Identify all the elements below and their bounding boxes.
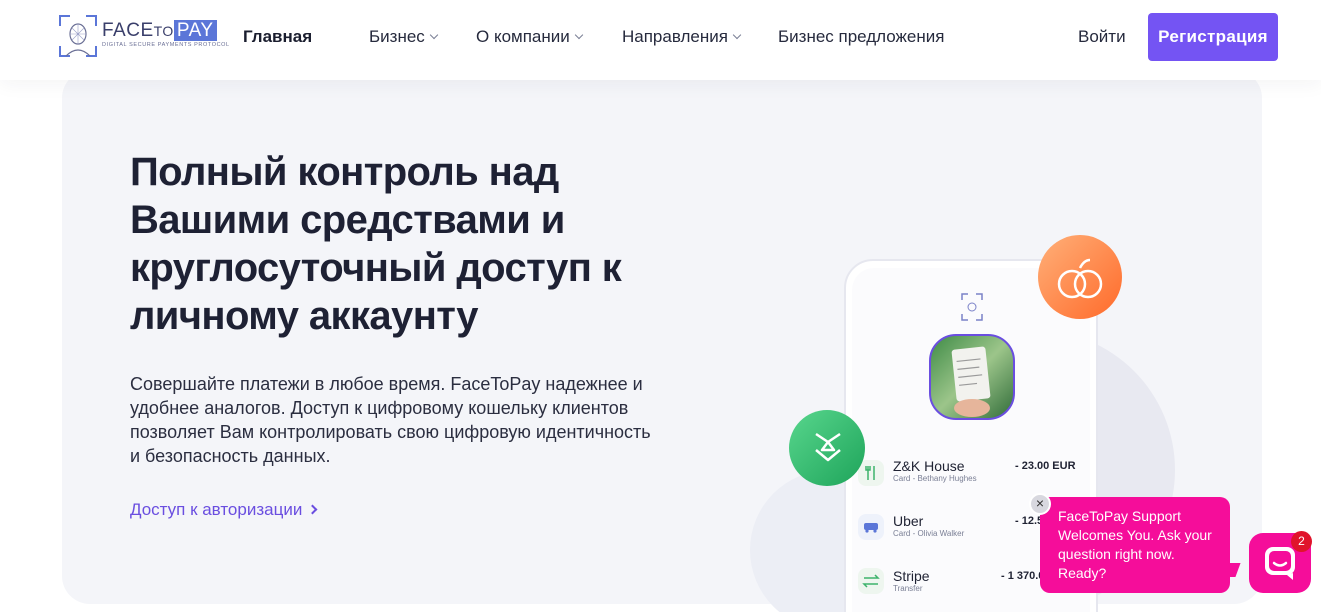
facetopay-logo[interactable]: FACETO PAY DIGITAL SECURE PAYMENTS PROTOC… bbox=[58, 14, 229, 58]
tx-name: Z&K House bbox=[893, 458, 965, 474]
site-header: FACETO PAY DIGITAL SECURE PAYMENTS PROTOC… bbox=[0, 0, 1321, 80]
nav-business-offers[interactable]: Бизнес предложения bbox=[778, 27, 944, 47]
face-scan-icon bbox=[59, 15, 97, 57]
auth-access-link[interactable]: Доступ к авторизации bbox=[130, 500, 318, 520]
nav-business-label: Бизнес bbox=[369, 27, 425, 46]
chat-icon bbox=[1265, 547, 1295, 580]
tx-name: Stripe bbox=[893, 568, 930, 584]
logo-face: FACE bbox=[102, 20, 154, 41]
tx-amount: - 1 370.0 bbox=[1001, 570, 1045, 582]
tx-detail: Transfer bbox=[893, 584, 923, 593]
hero-headline: Полный контроль над Вашими средствами и … bbox=[130, 150, 622, 338]
nav-directions[interactable]: Направления bbox=[622, 27, 742, 47]
chat-greeting-text: FaceToPay Support Welcomes You. Ask your… bbox=[1058, 508, 1212, 581]
transfer-icon bbox=[858, 568, 884, 594]
chevron-down-icon bbox=[574, 30, 584, 40]
nav-directions-label: Направления bbox=[622, 27, 728, 46]
peach-icon bbox=[1038, 235, 1122, 319]
nav-business-offers-label: Бизнес предложения bbox=[778, 27, 945, 46]
nav-about-label: О компании bbox=[476, 27, 570, 46]
nav-home-label: Главная bbox=[243, 27, 313, 46]
hero-paragraph: Совершайте платежи в любое время. FaceTo… bbox=[130, 374, 651, 466]
chat-greeting-bubble[interactable]: FaceToPay Support Welcomes You. Ask your… bbox=[1040, 497, 1230, 593]
tx-amount: - 23.00 EUR bbox=[1015, 460, 1076, 472]
login-link[interactable]: Войти bbox=[1078, 27, 1126, 47]
logo-tagline: DIGITAL SECURE PAYMENTS PROTOCOL bbox=[102, 42, 230, 48]
logo-to: TO bbox=[153, 23, 174, 39]
shield-check-icon bbox=[789, 410, 865, 486]
nav-business[interactable]: Бизнес bbox=[369, 27, 439, 47]
restaurant-icon bbox=[858, 460, 884, 486]
nav-about[interactable]: О компании bbox=[476, 27, 584, 47]
auth-access-label: Доступ к авторизации bbox=[130, 500, 303, 519]
nav-home[interactable]: Главная bbox=[243, 27, 312, 47]
tx-name: Uber bbox=[893, 513, 924, 529]
chevron-down-icon bbox=[429, 30, 439, 40]
tx-amount: - 12.5 bbox=[1015, 515, 1044, 527]
chevron-down-icon bbox=[732, 30, 742, 40]
unread-badge: 2 bbox=[1291, 531, 1312, 552]
tx-detail: Card - Olivia Walker bbox=[893, 529, 965, 538]
logo-pay: PAY bbox=[173, 20, 217, 41]
logo-wordmark: FACETO PAY bbox=[102, 20, 217, 42]
tx-detail: Card - Bethany Hughes bbox=[893, 474, 977, 483]
register-button[interactable]: Регистрация bbox=[1148, 13, 1278, 61]
close-icon[interactable]: × bbox=[1029, 493, 1051, 515]
chevron-right-icon bbox=[307, 504, 318, 515]
car-icon bbox=[858, 514, 884, 540]
